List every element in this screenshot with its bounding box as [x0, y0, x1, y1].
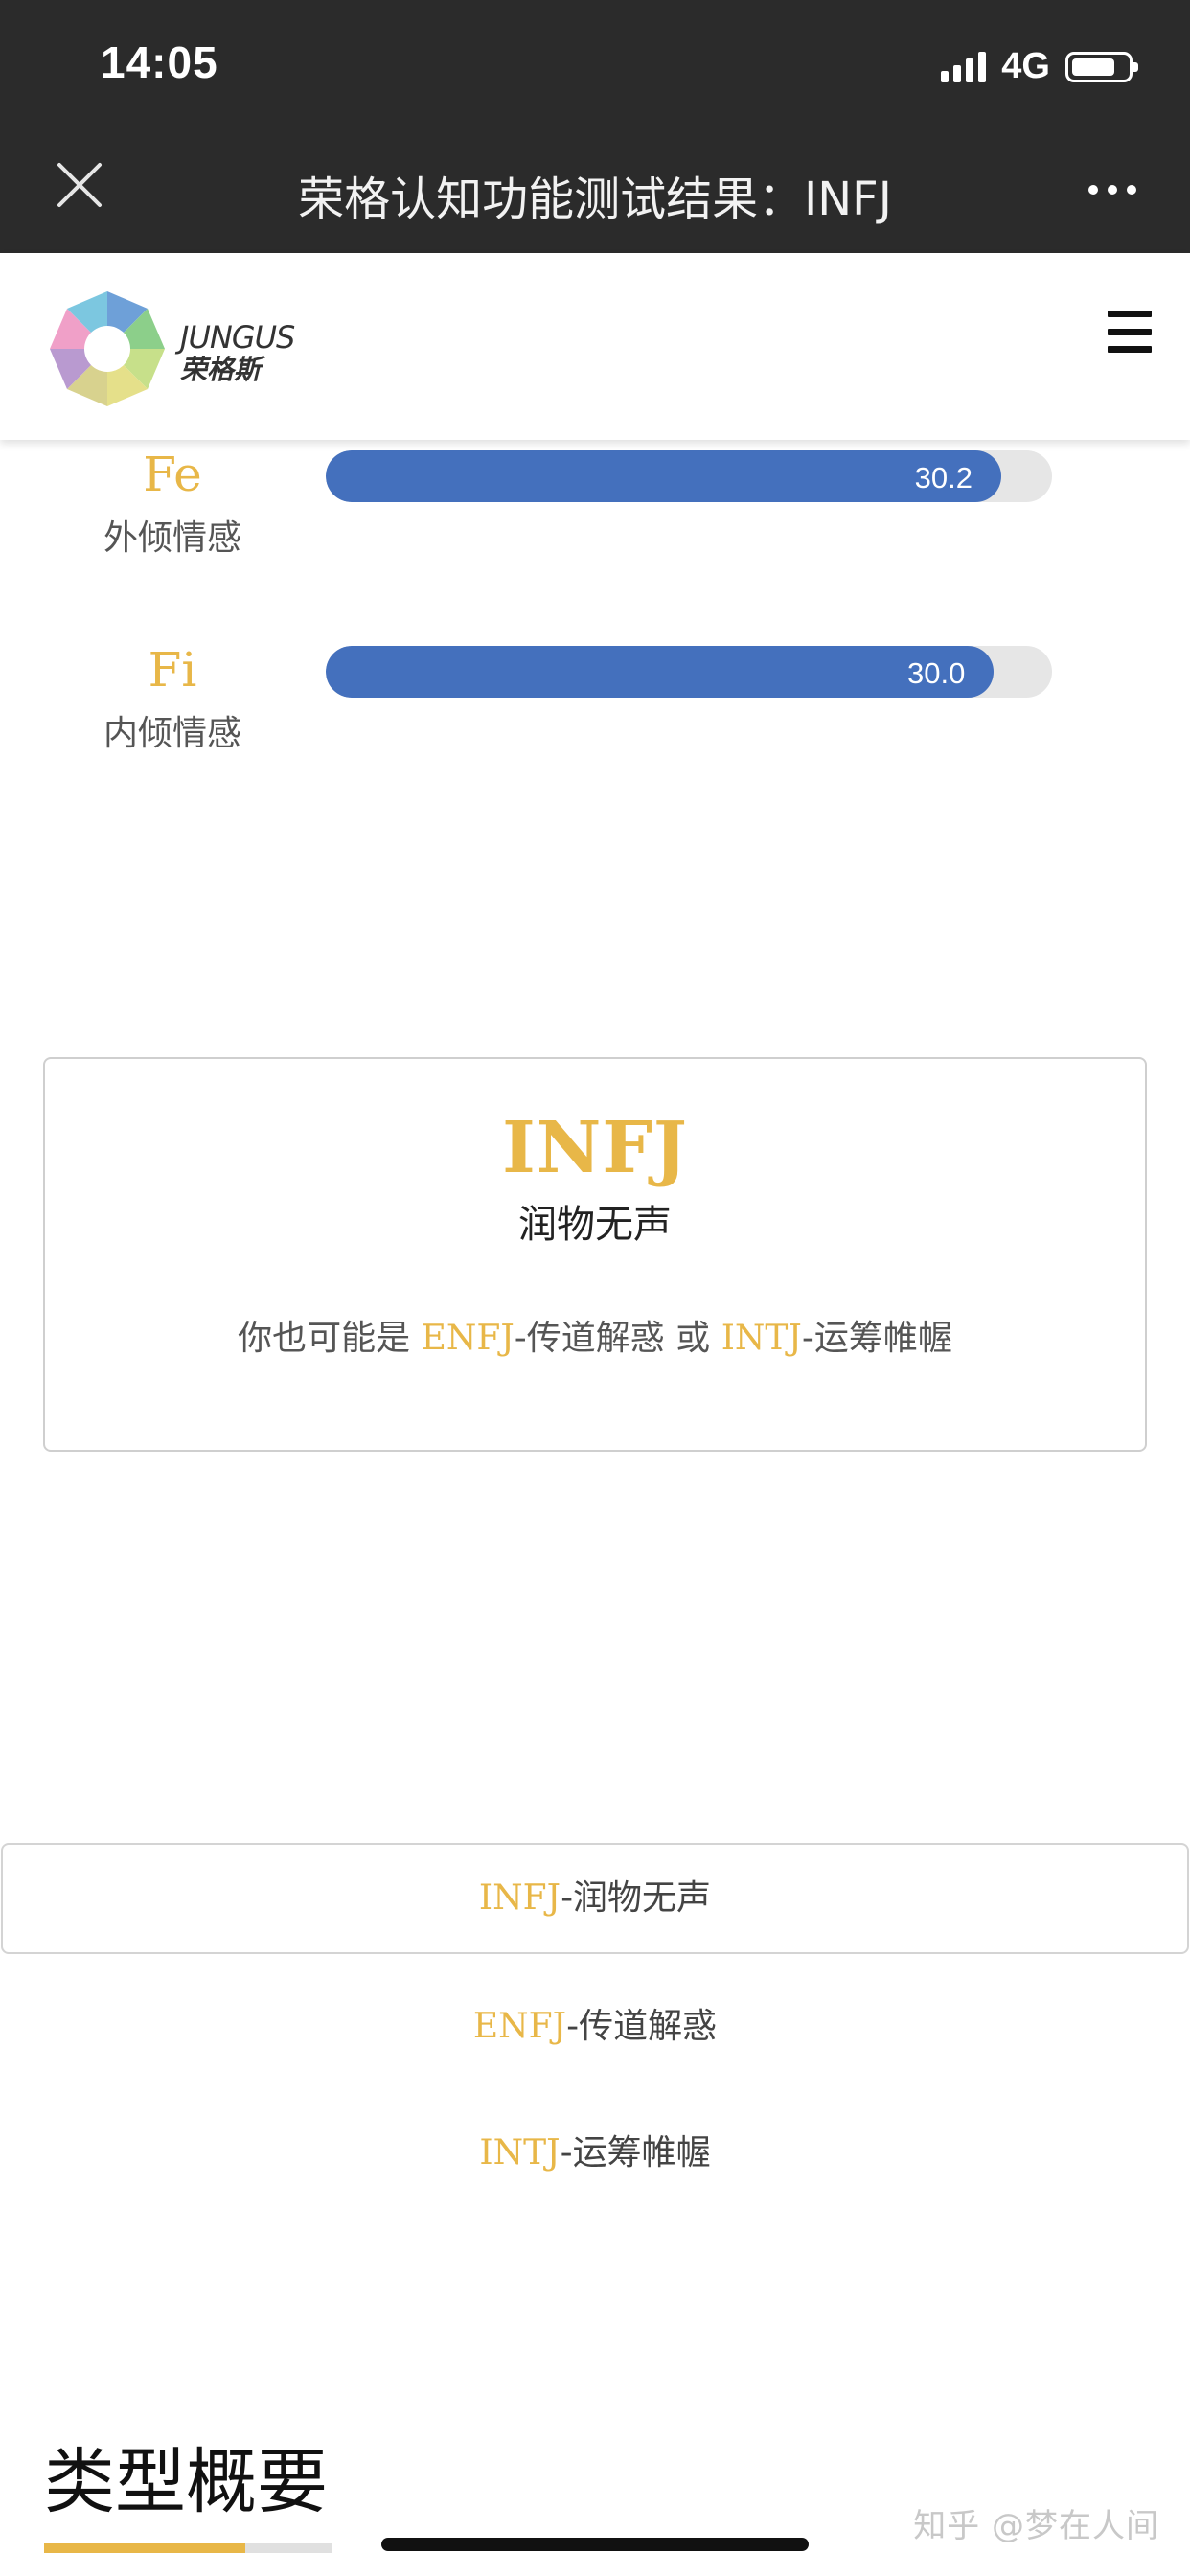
- battery-icon: [1065, 51, 1138, 82]
- page-title: 荣格认知功能测试结果：INFJ: [298, 172, 892, 226]
- alt2-code[interactable]: INTJ: [721, 1319, 802, 1358]
- type-tab-infj[interactable]: INFJ-润物无声: [1, 1843, 1189, 1954]
- logo-english: JUNGUS: [180, 319, 295, 356]
- top-bar: 14:05 4G 荣格认知功能测试结果：INFJ: [0, 0, 1190, 253]
- jungus-logo-icon[interactable]: [48, 289, 167, 408]
- function-name: 内倾情感: [103, 714, 241, 753]
- alt-prefix: 你也可能是: [238, 1319, 411, 1358]
- logo-text: JUNGUS 荣格斯: [180, 319, 295, 385]
- result-type-code: INFJ: [502, 1107, 688, 1189]
- signal-icon: [941, 51, 987, 82]
- type-tab-code: ENFJ: [472, 2007, 567, 2046]
- status-time: 14:05: [101, 37, 218, 87]
- site-header: JUNGUS 荣格斯: [0, 253, 1190, 440]
- type-tab-code: INFJ: [478, 1878, 561, 1918]
- menu-icon[interactable]: [1108, 310, 1152, 353]
- score-value: 30.2: [914, 461, 973, 494]
- type-tab-name: -润物无声: [561, 1878, 712, 1918]
- function-code: Fe: [143, 447, 202, 502]
- alt1-name[interactable]: -传道解惑: [515, 1319, 665, 1358]
- network-type: 4G: [1001, 46, 1050, 86]
- function-row-fi: Fi 内倾情感 30.0: [0, 642, 1190, 786]
- home-indicator[interactable]: [381, 2538, 809, 2551]
- score-bar-fill: 30.0: [326, 646, 995, 698]
- type-tab-enfj[interactable]: ENFJ-传道解惑: [0, 1998, 1190, 2048]
- alternative-types: 你也可能是 ENFJ-传道解惑 或 INTJ-运筹帷幄: [45, 1310, 1145, 1360]
- watermark: 知乎 @梦在人间: [913, 2507, 1159, 2545]
- alt1-code[interactable]: ENFJ: [422, 1319, 515, 1358]
- result-card: INFJ 润物无声 你也可能是 ENFJ-传道解惑 或 INTJ-运筹帷幄: [43, 1057, 1147, 1452]
- score-bar-track: 30.2: [326, 450, 1052, 502]
- section-underline: [44, 2543, 332, 2553]
- alt-or: 或: [675, 1319, 711, 1358]
- result-type-name: 润物无声: [518, 1203, 672, 1247]
- function-code: Fi: [148, 642, 197, 698]
- type-tab-code: INTJ: [479, 2133, 561, 2173]
- type-tab-intj[interactable]: INTJ-运筹帷幄: [0, 2125, 1190, 2174]
- score-value: 30.0: [907, 656, 966, 690]
- alt2-name[interactable]: -运筹帷幄: [802, 1319, 952, 1358]
- type-tab-name: -运筹帷幄: [560, 2133, 711, 2173]
- section-title: 类型概要: [44, 2441, 328, 2523]
- status-icons: 4G: [941, 46, 1138, 87]
- more-icon[interactable]: [1088, 185, 1136, 195]
- function-row-fe: Fe 外倾情感 30.2: [0, 447, 1190, 590]
- score-bar-fill: 30.2: [326, 450, 1001, 502]
- type-tab-name: -传道解惑: [566, 2007, 718, 2046]
- score-bar-track: 30.0: [326, 646, 1052, 698]
- function-name: 外倾情感: [103, 518, 241, 558]
- logo-chinese: 荣格斯: [180, 354, 262, 385]
